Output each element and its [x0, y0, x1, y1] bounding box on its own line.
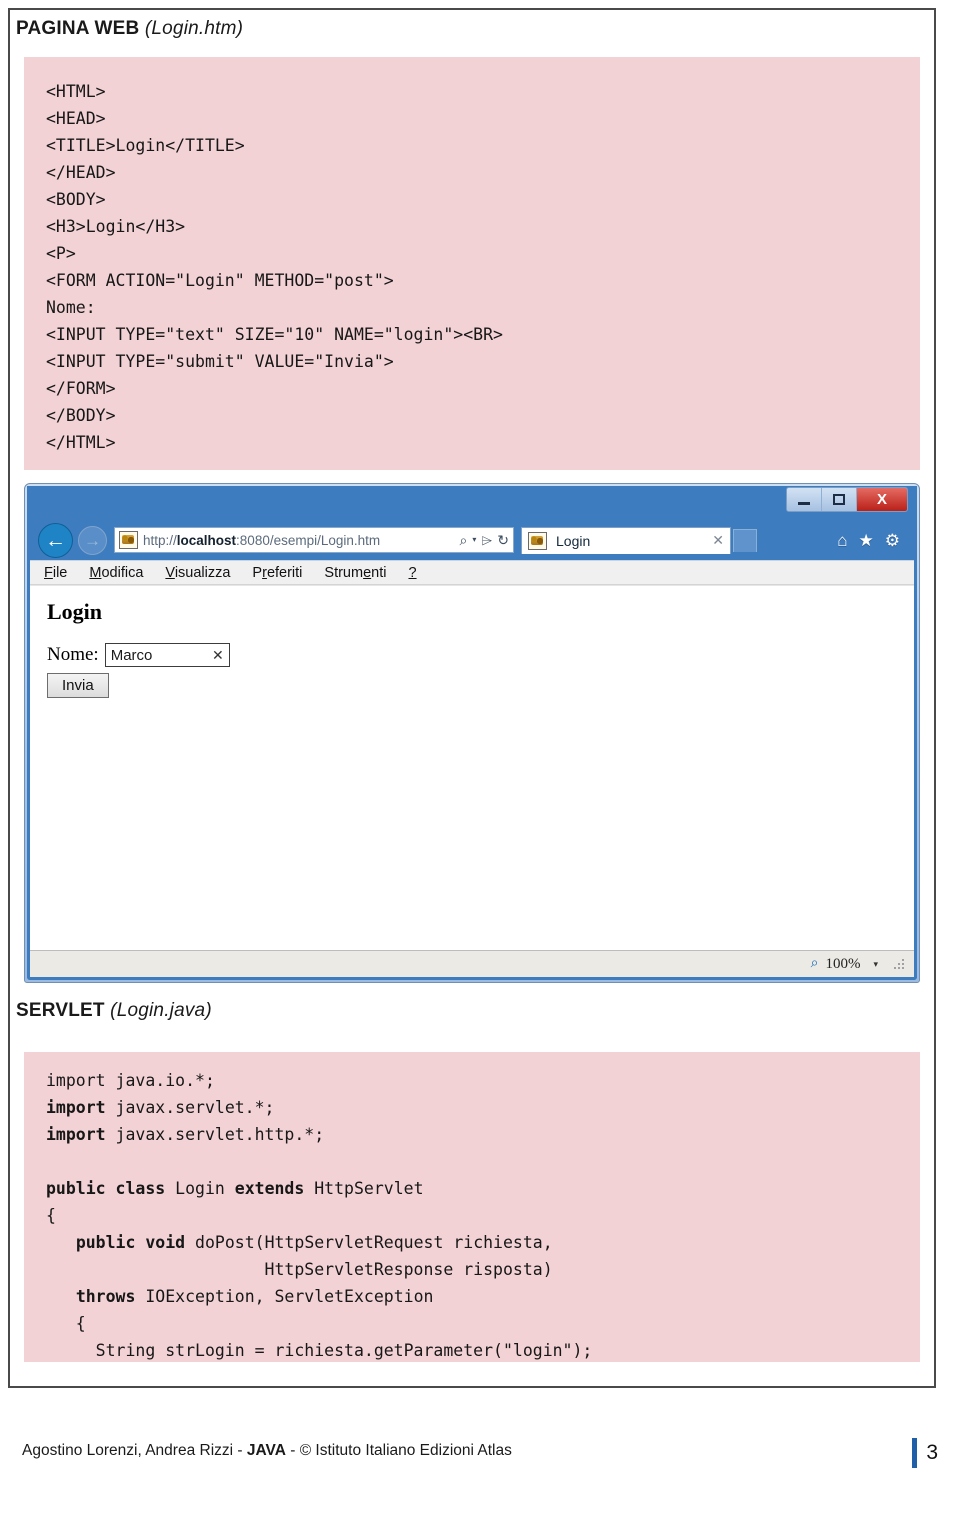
nome-label: Nome: [47, 644, 99, 665]
status-bar: ⌕ 100% ▾ [30, 950, 914, 977]
ie-window: X ← → http://localhost:8080/esempi/Login… [24, 483, 920, 983]
invia-submit-button[interactable]: Invia [47, 673, 109, 698]
compatibility-view-icon[interactable]: ⌲ [481, 533, 492, 547]
login-input[interactable]: Marco ✕ [104, 643, 230, 667]
minimize-button[interactable] [787, 488, 822, 511]
page-content-area: Login Nome: Marco ✕ Invia [30, 585, 914, 950]
ie-window-inner: X ← → http://localhost:8080/esempi/Login… [27, 486, 917, 980]
menu-item-strumenti[interactable]: Strumenti [324, 565, 386, 581]
address-bar[interactable]: http://localhost:8080/esempi/Login.htm ⌕… [114, 527, 514, 553]
back-button[interactable]: ← [38, 522, 73, 558]
site-favicon-icon [119, 531, 138, 549]
search-icon[interactable]: ⌕ [459, 533, 467, 547]
address-url: http://localhost:8080/esempi/Login.htm [143, 533, 380, 548]
resize-grip-icon[interactable] [893, 958, 904, 970]
close-button[interactable]: X [857, 488, 907, 511]
zoom-level: 100% [825, 955, 861, 972]
page-number-rule [912, 1438, 918, 1468]
favorites-star-icon[interactable]: ★ [859, 532, 874, 549]
page-heading-login: Login [47, 599, 103, 624]
minimize-icon [798, 501, 810, 505]
code-text-java: import java.io.*; import javax.servlet.*… [46, 1071, 593, 1360]
menu-item-help[interactable]: ? [408, 565, 416, 581]
url-host: localhost [176, 532, 237, 548]
navigation-bar: ← → http://localhost:8080/esempi/Login.h… [30, 518, 914, 562]
code-text-html: <HTML> <HEAD> <TITLE>Login</TITLE> </HEA… [46, 82, 503, 452]
credit-pre: Agostino Lorenzi, Andrea Rizzi - [22, 1442, 247, 1459]
section-filename-servlet: (Login.java) [110, 1000, 212, 1021]
url-rest: :8080/esempi/Login.htm [236, 532, 381, 548]
section-filename-web: (Login.htm) [144, 18, 244, 39]
refresh-icon[interactable]: ↻ [497, 533, 509, 547]
tab-close-icon[interactable]: ✕ [712, 532, 724, 549]
credit-java: JAVA [246, 1442, 286, 1459]
maximize-button[interactable] [822, 488, 857, 511]
new-tab-button[interactable] [733, 528, 757, 552]
zoom-chevron-down-icon[interactable]: ▾ [873, 959, 878, 970]
code-block-html: <HTML> <HEAD> <TITLE>Login</TITLE> </HEA… [24, 57, 920, 470]
clear-input-icon[interactable]: ✕ [212, 647, 224, 664]
command-bar-icons: ⌂ ★ ⚙ [837, 532, 914, 549]
window-controls: X [786, 487, 908, 512]
section-label-web: PAGINA WEB [16, 18, 140, 39]
chevron-down-icon[interactable]: ▾ [472, 536, 476, 544]
menu-bar: File Modifica Visualizza Preferiti Strum… [30, 560, 914, 585]
zoom-magnifier-icon[interactable]: ⌕ [811, 956, 819, 972]
tab-title: Login [556, 532, 591, 549]
menu-item-preferiti[interactable]: Preferiti [252, 565, 302, 581]
code-block-java: import java.io.*; import javax.servlet.*… [24, 1052, 920, 1362]
login-form-row: Nome: Marco ✕ [47, 643, 914, 667]
gear-icon[interactable]: ⚙ [885, 532, 900, 549]
forward-button[interactable]: → [78, 525, 107, 555]
browser-tab[interactable]: Login ✕ [521, 526, 731, 554]
footer-credit: Agostino Lorenzi, Andrea Rizzi - JAVA - … [22, 1442, 512, 1460]
section-heading-servlet: SERVLET (Login.java) [0, 1000, 212, 1022]
browser-screenshot: X ← → http://localhost:8080/esempi/Login… [24, 483, 920, 983]
section-heading-web: PAGINA WEB (Login.htm) [0, 18, 243, 40]
credit-post: - © Istituto Italiano Edizioni Atlas [285, 1442, 512, 1459]
address-bar-icons: ⌕ ▾ ⌲ ↻ [453, 533, 509, 547]
home-icon[interactable]: ⌂ [837, 532, 847, 549]
title-bar: X [30, 484, 914, 518]
login-input-value: Marco [110, 646, 153, 664]
url-prefix: http:// [143, 532, 177, 548]
page-number-block: 3 [912, 1438, 938, 1468]
maximize-icon [833, 494, 845, 505]
menu-item-file[interactable]: File [44, 565, 67, 581]
tab-favicon-icon [528, 531, 547, 550]
menu-item-modifica[interactable]: Modifica [89, 565, 143, 581]
menu-item-visualizza[interactable]: Visualizza [165, 565, 230, 581]
section-label-servlet: SERVLET [16, 1000, 105, 1021]
page-number: 3 [926, 1441, 938, 1464]
